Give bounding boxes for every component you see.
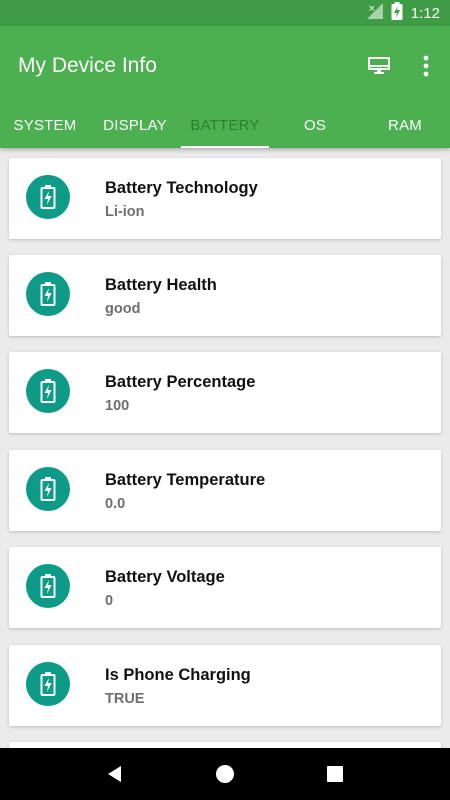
svg-text:×: × (368, 4, 376, 14)
item-value: Li-ion (105, 204, 145, 220)
item-title: Is Phone Charging (105, 666, 251, 684)
item-value: 0.0 (105, 496, 126, 512)
battery-info-list[interactable]: Battery Technology Li-ion Battery Health… (0, 148, 450, 748)
item-value: 0 (105, 593, 114, 609)
system-nav-bar (0, 748, 450, 800)
app-bar: My Device Info SYSTEM DISPLAY BATTERY OS… (0, 26, 450, 148)
battery-charging-icon (391, 1, 403, 25)
tab-ram[interactable]: RAM (360, 102, 450, 148)
list-item-is-phone-charging[interactable]: Is Phone Charging TRUE (9, 645, 441, 726)
item-title: Battery Voltage (105, 568, 225, 586)
tab-system[interactable]: SYSTEM (0, 102, 90, 148)
list-item-battery-voltage[interactable]: Battery Voltage 0 (9, 547, 441, 628)
monitor-icon[interactable] (365, 52, 393, 80)
list-item-battery-percentage[interactable]: Battery Percentage 100 (9, 352, 441, 433)
item-title: Battery Percentage (105, 373, 256, 391)
tab-battery[interactable]: BATTERY (180, 102, 270, 148)
more-vert-icon[interactable] (412, 52, 440, 80)
back-icon[interactable] (95, 754, 135, 794)
recents-icon[interactable] (315, 754, 355, 794)
list-item-battery-technology[interactable]: Battery Technology Li-ion (9, 158, 441, 239)
battery-charging-icon (26, 467, 70, 511)
list-item-battery-health[interactable]: Battery Health good (9, 255, 441, 336)
status-time: 1:12 (410, 4, 440, 22)
status-bar: × 1:12 (0, 0, 450, 26)
home-icon[interactable] (205, 754, 245, 794)
list-item-battery-temperature[interactable]: Battery Temperature 0.0 (9, 450, 441, 531)
item-value: TRUE (105, 691, 145, 707)
tab-os[interactable]: OS (270, 102, 360, 148)
tab-display[interactable]: DISPLAY (90, 102, 180, 148)
item-value: good (105, 301, 141, 317)
battery-charging-icon (26, 175, 70, 219)
battery-charging-icon (26, 369, 70, 413)
app-title: My Device Info (18, 54, 157, 77)
battery-charging-icon (26, 662, 70, 706)
signal-no-data-icon: × (366, 2, 383, 24)
item-title: Battery Technology (105, 179, 258, 197)
battery-charging-icon (26, 272, 70, 316)
status-icons: × 1:12 (366, 0, 450, 26)
item-value: 100 (105, 398, 130, 414)
item-title: Battery Health (105, 276, 217, 294)
tab-bar: SYSTEM DISPLAY BATTERY OS RAM (0, 102, 450, 148)
battery-charging-icon (26, 564, 70, 608)
item-title: Battery Temperature (105, 471, 266, 489)
